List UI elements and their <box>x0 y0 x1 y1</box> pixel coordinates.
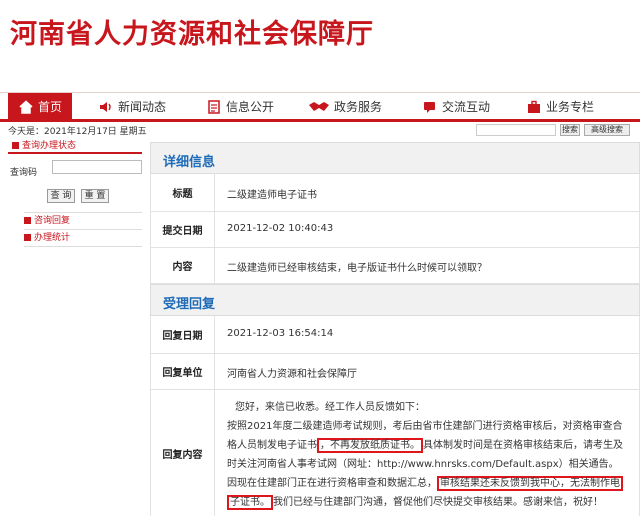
reply-section-head: 受理回复 <box>150 284 640 316</box>
detail-row-date: 提交日期 2021-12-02 10:40:43 <box>150 212 640 248</box>
sidebar-item-label: 办理统计 <box>34 233 71 243</box>
detail-row-title: 标题 二级建造师电子证书 <box>150 174 640 212</box>
sidebar: 查询办理状态 <box>8 140 142 154</box>
nav-label: 业务专栏 <box>546 100 595 114</box>
detail-row-content: 内容 二级建造师已经审核结束，电子版证书什么时候可以领取？ <box>150 248 640 284</box>
sidebar-head-label: 查询办理状态 <box>22 141 77 151</box>
query-code-label: 查询码 <box>10 168 38 178</box>
row-value: 二级建造师电子证书 <box>227 190 317 201</box>
home-icon <box>18 99 34 115</box>
nav-item-news[interactable]: 新闻动态 <box>98 93 166 120</box>
row-value: 二级建造师已经审核结束，电子版证书什么时候可以领取？ <box>227 263 487 274</box>
nav-label: 政务服务 <box>334 100 383 114</box>
highlight-box: ，不再发放纸质证书。 <box>317 438 423 453</box>
row-label: 回复内容 <box>151 390 215 516</box>
reply-section-title: 受理回复 <box>163 297 216 312</box>
nav-item-info[interactable]: 信息公开 <box>206 93 274 120</box>
reply-text: 具体制发时间是在资格审核结束后，请考生及 <box>423 440 623 451</box>
bullet-icon <box>24 217 31 224</box>
today-date: 今天是：2021年12月17日 星期五 <box>8 127 147 137</box>
nav-label: 信息公开 <box>226 100 275 114</box>
sidebar-item-consult-reply[interactable]: 咨询回复 <box>24 214 70 228</box>
reset-button[interactable]: 重 置 <box>81 189 109 203</box>
nav-label: 新闻动态 <box>118 100 167 114</box>
row-value: 2021-12-02 10:40:43 <box>227 223 334 234</box>
chat-icon <box>422 99 438 115</box>
nav-label: 交流互动 <box>442 100 491 114</box>
reply-line: 子证书。 我们已经与住建部门沟通，督促他们尽快提交审核结果。感谢来信，祝好！ <box>227 493 633 512</box>
row-label: 回复日期 <box>151 316 215 353</box>
divider <box>24 212 142 213</box>
reply-text: 格人员制发电子证书 <box>227 440 317 451</box>
nav-item-business[interactable]: 业务专栏 <box>526 93 594 120</box>
row-value: 河南省人力资源和社会保障厅 <box>227 369 357 380</box>
search-button[interactable]: 搜索 <box>560 124 580 136</box>
reply-line: 按照2021年度二级建造师考试规则，考后由省市住建部门进行资格审核后，对资格审查… <box>227 421 623 432</box>
query-code-input[interactable] <box>52 160 142 174</box>
nav-item-interact[interactable]: 交流互动 <box>422 93 490 120</box>
site-search-input[interactable] <box>476 124 556 136</box>
main-content: 详细信息 标题 二级建造师电子证书 提交日期 2021-12-02 10:40:… <box>150 140 640 516</box>
main-nav: 首页 新闻动态 信息公开 政务服务 交流互动 业务专栏 <box>0 92 640 122</box>
sidebar-item-stats[interactable]: 办理统计 <box>24 231 70 245</box>
reply-line: 因现在住建部门正在进行资格审查和数据汇总， 审核结果还未反馈到我中心，无法制作电 <box>227 474 633 493</box>
bullet-icon <box>24 234 31 241</box>
handshake-icon <box>308 99 330 115</box>
document-icon <box>206 99 222 115</box>
row-label: 内容 <box>151 248 215 283</box>
site-title: 河南省人力资源和社会保障厅 <box>10 19 374 50</box>
divider <box>24 246 142 247</box>
row-label: 回复单位 <box>151 354 215 389</box>
nav-item-home[interactable]: 首页 <box>8 93 72 120</box>
query-button[interactable]: 查 询 <box>47 189 75 203</box>
reply-row-unit: 回复单位 河南省人力资源和社会保障厅 <box>150 354 640 390</box>
divider <box>24 229 142 230</box>
sidebar-head: 查询办理状态 <box>8 140 142 154</box>
nav-item-service[interactable]: 政务服务 <box>308 93 382 120</box>
reply-text: 因现在住建部门正在进行资格审查和数据汇总， <box>227 478 437 489</box>
speaker-icon <box>98 99 114 115</box>
reply-text: 我们已经与住建部门沟通，督促他们尽快提交审核结果。感谢来信，祝好！ <box>273 497 603 508</box>
reply-row-date: 回复日期 2021-12-03 16:54:14 <box>150 316 640 354</box>
briefcase-icon <box>526 99 542 115</box>
bullet-icon <box>12 142 19 149</box>
row-label: 提交日期 <box>151 212 215 247</box>
nav-label: 首页 <box>37 100 62 114</box>
advanced-search-button[interactable]: 高级搜索 <box>584 124 630 136</box>
reply-row-content: 回复内容 您好，来信已收悉。经工作人员反馈如下： 按照2021年度二级建造师考试… <box>150 390 640 516</box>
reply-line: 时关注河南省人事考试网（网址：http://www.hnrsks.com/Def… <box>227 459 619 470</box>
row-label: 标题 <box>151 174 215 211</box>
reply-content: 您好，来信已收悉。经工作人员反馈如下： 按照2021年度二级建造师考试规则，考后… <box>227 398 633 512</box>
sidebar-item-label: 咨询回复 <box>34 216 71 226</box>
detail-section-title: 详细信息 <box>163 155 216 170</box>
reply-line: 格人员制发电子证书 ，不再发放纸质证书。 具体制发时间是在资格审核结束后，请考生及 <box>227 436 633 455</box>
sub-bar: 今天是：2021年12月17日 星期五 搜索 高级搜索 <box>0 122 640 138</box>
row-value: 2021-12-03 16:54:14 <box>227 328 334 339</box>
highlight-box: 审核结果还未反馈到我中心，无法制作电 <box>437 476 623 491</box>
detail-section-head: 详细信息 <box>150 142 640 174</box>
header: 河南省人力资源和社会保障厅 <box>0 0 640 92</box>
reply-line: 您好，来信已收悉。经工作人员反馈如下： <box>235 402 425 413</box>
highlight-box: 子证书。 <box>227 495 273 510</box>
